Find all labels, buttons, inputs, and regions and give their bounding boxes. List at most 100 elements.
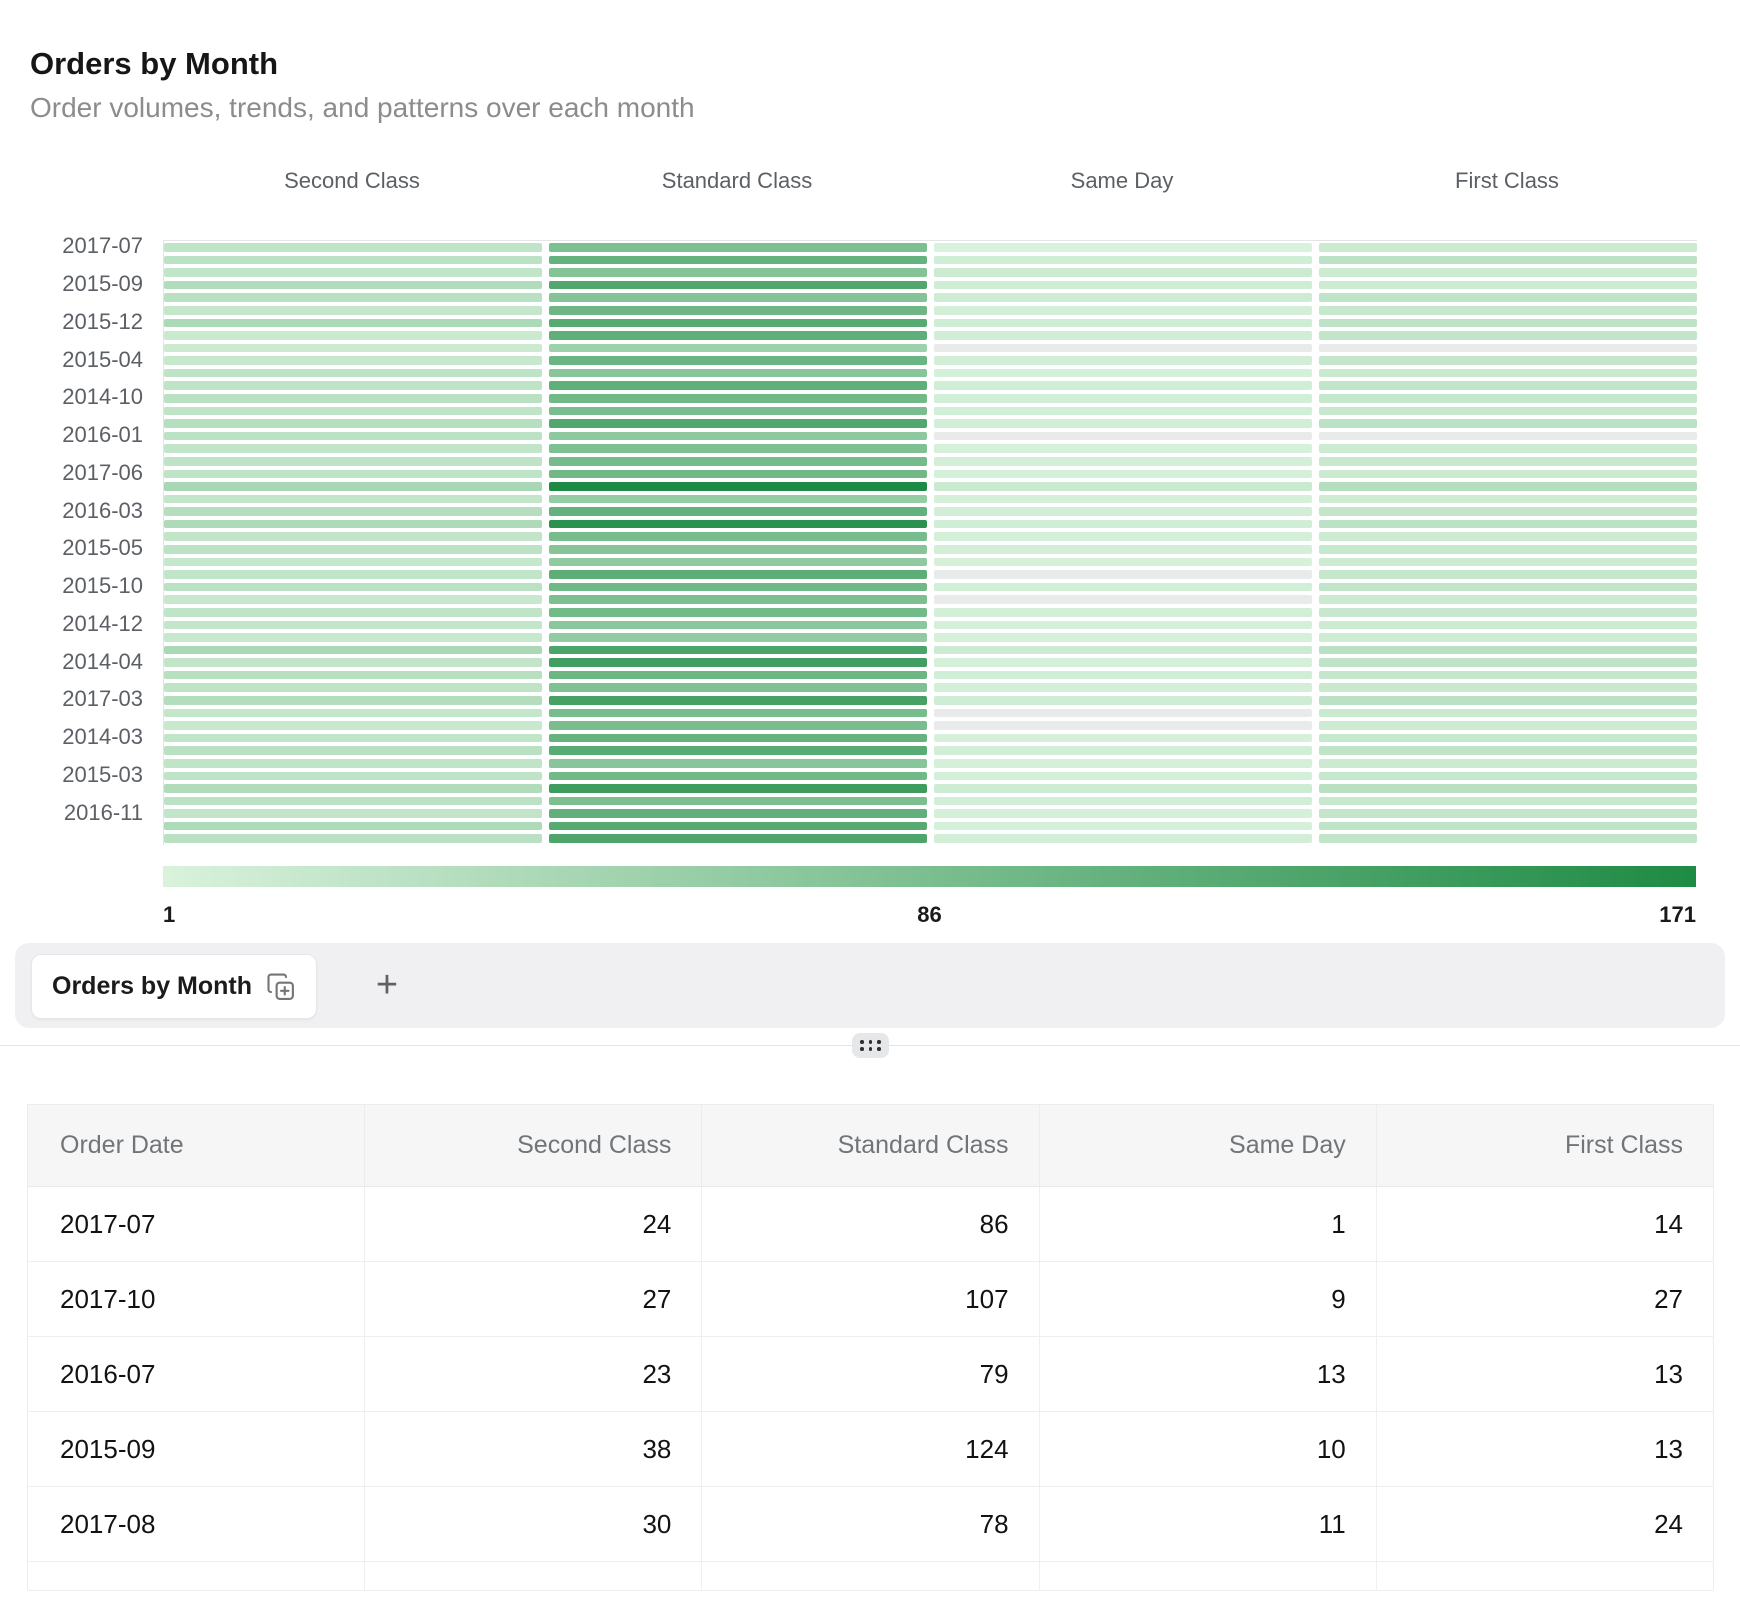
heatmap-cell[interactable]: [934, 746, 1312, 755]
heatmap-cell[interactable]: [549, 520, 927, 529]
heatmap-cell[interactable]: [934, 293, 1312, 302]
heatmap-cell[interactable]: [1319, 734, 1697, 743]
heatmap-cell[interactable]: [1319, 746, 1697, 755]
heatmap-cell[interactable]: [164, 381, 542, 390]
heatmap-cell[interactable]: [1319, 772, 1697, 781]
heatmap-cell[interactable]: [934, 646, 1312, 655]
heatmap-cell[interactable]: [164, 419, 542, 428]
heatmap-cell[interactable]: [934, 381, 1312, 390]
heatmap-cell[interactable]: [1319, 432, 1697, 441]
heatmap-cell[interactable]: [1319, 621, 1697, 630]
copy-plus-icon[interactable]: [266, 972, 296, 1002]
heatmap-cell[interactable]: [549, 797, 927, 806]
heatmap-cell[interactable]: [164, 709, 542, 718]
heatmap-cell[interactable]: [934, 696, 1312, 705]
heatmap-cell[interactable]: [1319, 419, 1697, 428]
heatmap-cell[interactable]: [1319, 595, 1697, 604]
heatmap-cell[interactable]: [164, 520, 542, 529]
heatmap-cell[interactable]: [549, 545, 927, 554]
heatmap-cell[interactable]: [164, 444, 542, 453]
heatmap-cell[interactable]: [1319, 281, 1697, 290]
heatmap-cell[interactable]: [1319, 797, 1697, 806]
heatmap-cell[interactable]: [934, 507, 1312, 516]
heatmap-cell[interactable]: [549, 595, 927, 604]
heatmap-cell[interactable]: [934, 419, 1312, 428]
add-tab-button[interactable]: +: [359, 954, 415, 1017]
heatmap-cell[interactable]: [549, 344, 927, 353]
heatmap-cell[interactable]: [549, 419, 927, 428]
heatmap-cell[interactable]: [549, 381, 927, 390]
heatmap-cell[interactable]: [1319, 344, 1697, 353]
heatmap-cell[interactable]: [1319, 532, 1697, 541]
heatmap-cell[interactable]: [164, 482, 542, 491]
heatmap-cell[interactable]: [1319, 633, 1697, 642]
heatmap-cell[interactable]: [934, 595, 1312, 604]
heatmap-cell[interactable]: [164, 633, 542, 642]
heatmap-cell[interactable]: [164, 746, 542, 755]
heatmap-cell[interactable]: [934, 671, 1312, 680]
heatmap-cell[interactable]: [934, 495, 1312, 504]
heatmap-cell[interactable]: [164, 256, 542, 265]
heatmap-cell[interactable]: [164, 797, 542, 806]
heatmap-cell[interactable]: [934, 444, 1312, 453]
heatmap-cell[interactable]: [164, 331, 542, 340]
heatmap-cell[interactable]: [549, 772, 927, 781]
heatmap-cell[interactable]: [1319, 407, 1697, 416]
heatmap-cell[interactable]: [1319, 331, 1697, 340]
heatmap-cell[interactable]: [934, 394, 1312, 403]
heatmap-cell[interactable]: [549, 507, 927, 516]
heatmap-cell[interactable]: [164, 243, 542, 252]
heatmap-cell[interactable]: [1319, 319, 1697, 328]
heatmap-cell[interactable]: [1319, 683, 1697, 692]
heatmap-cell[interactable]: [934, 709, 1312, 718]
heatmap-cell[interactable]: [1319, 570, 1697, 579]
heatmap-cell[interactable]: [934, 621, 1312, 630]
heatmap-cell[interactable]: [1319, 356, 1697, 365]
heatmap-cell[interactable]: [549, 558, 927, 567]
heatmap-cell[interactable]: [164, 268, 542, 277]
heatmap-cell[interactable]: [1319, 369, 1697, 378]
heatmap-cell[interactable]: [164, 621, 542, 630]
heatmap-cell[interactable]: [549, 281, 927, 290]
heatmap-cell[interactable]: [934, 331, 1312, 340]
heatmap-cell[interactable]: [934, 809, 1312, 818]
heatmap-cell[interactable]: [549, 671, 927, 680]
tab-orders-by-month[interactable]: Orders by Month: [31, 954, 317, 1019]
heatmap-cell[interactable]: [549, 306, 927, 315]
heatmap-cell[interactable]: [549, 658, 927, 667]
heatmap-cell[interactable]: [549, 432, 927, 441]
heatmap-cell[interactable]: [549, 646, 927, 655]
heatmap-cell[interactable]: [549, 319, 927, 328]
heatmap-cell[interactable]: [1319, 470, 1697, 479]
heatmap-cell[interactable]: [1319, 822, 1697, 831]
heatmap-cell[interactable]: [934, 470, 1312, 479]
heatmap-cell[interactable]: [549, 394, 927, 403]
heatmap-cell[interactable]: [549, 583, 927, 592]
heatmap-cell[interactable]: [934, 268, 1312, 277]
heatmap-cell[interactable]: [549, 293, 927, 302]
heatmap-cell[interactable]: [164, 834, 542, 843]
heatmap-cell[interactable]: [164, 809, 542, 818]
heatmap-cell[interactable]: [934, 784, 1312, 793]
heatmap-cell[interactable]: [164, 558, 542, 567]
heatmap-cell[interactable]: [934, 545, 1312, 554]
heatmap-cell[interactable]: [164, 658, 542, 667]
heatmap-cell[interactable]: [549, 331, 927, 340]
drag-handle[interactable]: [852, 1033, 889, 1058]
heatmap-cell[interactable]: [934, 243, 1312, 252]
heatmap-cell[interactable]: [549, 633, 927, 642]
heatmap-cell[interactable]: [549, 721, 927, 730]
heatmap-cell[interactable]: [164, 721, 542, 730]
heatmap-cell[interactable]: [1319, 381, 1697, 390]
heatmap-cell[interactable]: [549, 256, 927, 265]
heatmap-cell[interactable]: [934, 583, 1312, 592]
heatmap-cell[interactable]: [934, 558, 1312, 567]
heatmap-cell[interactable]: [549, 709, 927, 718]
heatmap-cell[interactable]: [934, 633, 1312, 642]
heatmap-cell[interactable]: [549, 784, 927, 793]
heatmap-cell[interactable]: [549, 683, 927, 692]
heatmap-cell[interactable]: [164, 394, 542, 403]
heatmap-cell[interactable]: [549, 822, 927, 831]
heatmap-cell[interactable]: [934, 432, 1312, 441]
heatmap-cell[interactable]: [1319, 671, 1697, 680]
